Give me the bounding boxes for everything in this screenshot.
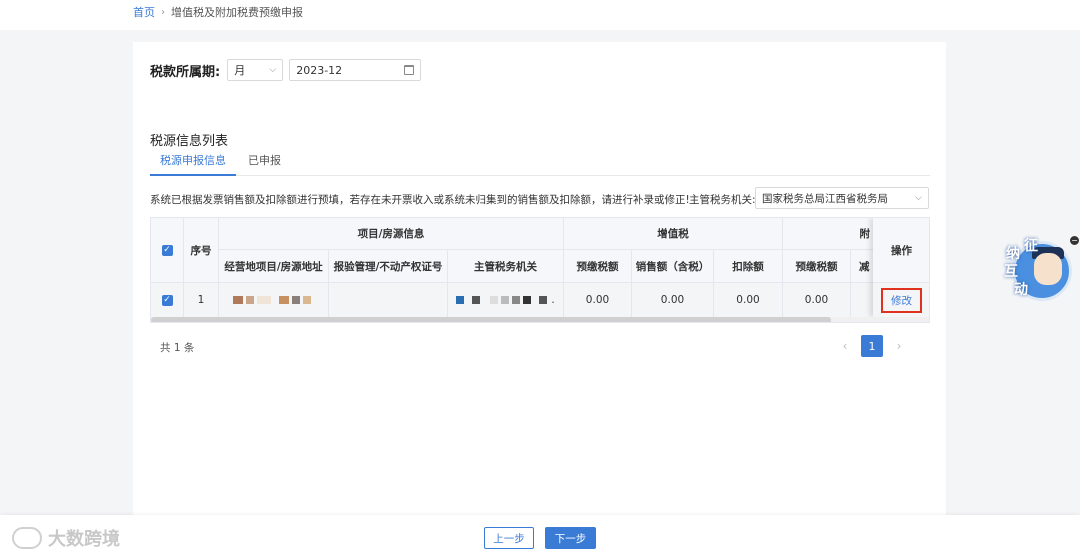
cell-tax-office-text: .: [551, 294, 555, 306]
watermark-logo-icon: [12, 527, 42, 549]
chevron-down-icon: ⌵: [915, 193, 922, 203]
footer-bar: 大数跨境 上一步 下一步: [0, 515, 1080, 559]
breadcrumb-current: 增值税及附加税费预缴申报: [171, 6, 303, 19]
tab-declaration-info[interactable]: 税源申报信息: [150, 152, 236, 176]
period-unit-value: 月: [234, 64, 246, 77]
watermark-text: 大数跨境: [48, 529, 120, 550]
cell-vat-prepaid: 0.00: [564, 283, 632, 317]
pagination: ‹ 1 ›: [839, 335, 905, 357]
period-date-value: 2023-12: [296, 63, 343, 77]
redacted-block: [523, 296, 532, 304]
header-license: 报验管理/不动产权证号: [329, 250, 448, 283]
previous-step-button[interactable]: 上一步: [484, 527, 534, 549]
chevron-right-icon: ›: [161, 6, 165, 18]
scrollbar-thumb[interactable]: [151, 317, 831, 322]
section-title: 税源信息列表: [150, 134, 229, 149]
header-vat-sales: 销售额（含税）: [632, 250, 714, 283]
redacted-block: [257, 296, 271, 304]
prefill-notice: 系统已根据发票销售额及扣除额进行预填，若存在未开票收入或系统未归集到的销售额及扣…: [150, 194, 690, 206]
assistant-char-3: 互: [1004, 264, 1018, 280]
edit-button[interactable]: 修改: [881, 287, 922, 313]
assistant-char-4: 动: [1014, 282, 1028, 298]
header-surcharge-prepaid: 预缴税额: [783, 250, 851, 283]
tab-declared[interactable]: 已申报: [238, 152, 291, 176]
watermark: 大数跨境: [12, 525, 120, 551]
header-vat-group: 增值税: [564, 218, 783, 250]
redacted-block: [490, 296, 499, 304]
redacted-block: [246, 296, 254, 304]
cell-project-address: [219, 283, 329, 317]
authority-value: 国家税务总局江西省税务局: [762, 192, 888, 205]
cell-vat-sales: 0.00: [632, 283, 714, 317]
row-checkbox[interactable]: ✓: [161, 294, 173, 306]
header-tax-office: 主管税务机关: [448, 250, 564, 283]
calendar-icon: [404, 65, 415, 75]
chevron-down-icon: ⌵: [269, 65, 277, 75]
cell-license: [329, 283, 448, 317]
redacted-block: [501, 296, 510, 304]
period-unit-select[interactable]: 月 ⌵: [227, 59, 284, 81]
redacted-block: [292, 296, 300, 304]
chevron-left-icon[interactable]: ‹: [839, 339, 851, 353]
tax-source-table: ✓ 序号 项目/房源信息 增值税 附 经营地项目/房源地址 报验管理/不动产权证…: [150, 217, 930, 323]
horizontal-scrollbar[interactable]: [151, 317, 929, 322]
redacted-block: [472, 296, 481, 304]
period-label: 税款所属期:: [150, 64, 221, 80]
header-seq: 序号: [184, 218, 219, 283]
assistant-char-2: 纳: [1006, 246, 1020, 262]
authority-label: 主管税务机关:: [689, 194, 756, 206]
header-project-address: 经营地项目/房源地址: [219, 250, 329, 283]
page-number-button[interactable]: 1: [861, 335, 883, 357]
redacted-block: [279, 296, 289, 304]
tax-assistant-widget[interactable]: 征 纳 互 动 −: [1000, 233, 1079, 303]
period-date-picker[interactable]: 2023-12: [289, 59, 422, 81]
redacted-block: [233, 296, 243, 304]
period-row: 税款所属期: 月 ⌵ 2023-12: [150, 59, 422, 81]
header-project-group: 项目/房源信息: [219, 218, 564, 250]
header-vat-deduction: 扣除额: [714, 250, 783, 283]
assistant-char-1: 征: [1024, 238, 1038, 254]
top-bar: 首页 › 增值税及附加税费预缴申报: [0, 0, 1080, 30]
chevron-right-icon[interactable]: ›: [893, 339, 905, 353]
header-vat-prepaid: 预缴税额: [564, 250, 632, 283]
cell-surcharge-prepaid: 0.00: [783, 283, 851, 317]
close-icon[interactable]: −: [1070, 236, 1079, 245]
redacted-block: [512, 296, 521, 304]
officer-avatar-icon: [1034, 253, 1062, 285]
cell-actions: 修改: [873, 283, 929, 317]
redacted-block: [539, 296, 548, 304]
main-card: 税款所属期: 月 ⌵ 2023-12 税源信息列表 税源申报信息 已申报 系统已…: [133, 42, 946, 515]
redacted-block: [303, 296, 311, 304]
breadcrumb-home[interactable]: 首页: [133, 4, 155, 20]
select-all-cell: ✓: [151, 218, 184, 283]
redacted-block: [456, 296, 465, 304]
row-select-cell: ✓: [151, 283, 184, 317]
authority-select[interactable]: 国家税务总局江西省税务局 ⌵: [755, 187, 929, 209]
select-all-checkbox[interactable]: ✓: [161, 244, 173, 256]
operations-column: 操作 修改: [873, 218, 929, 317]
header-actions: 操作: [873, 218, 929, 283]
cell-tax-office: .: [448, 283, 564, 317]
cell-vat-deduction: 0.00: [714, 283, 783, 317]
next-step-button[interactable]: 下一步: [545, 527, 596, 549]
breadcrumb: 首页 › 增值税及附加税费预缴申报: [133, 4, 303, 20]
total-count: 共 1 条: [160, 342, 195, 354]
cell-seq: 1: [184, 283, 219, 317]
tabs: 税源申报信息 已申报: [150, 152, 930, 176]
